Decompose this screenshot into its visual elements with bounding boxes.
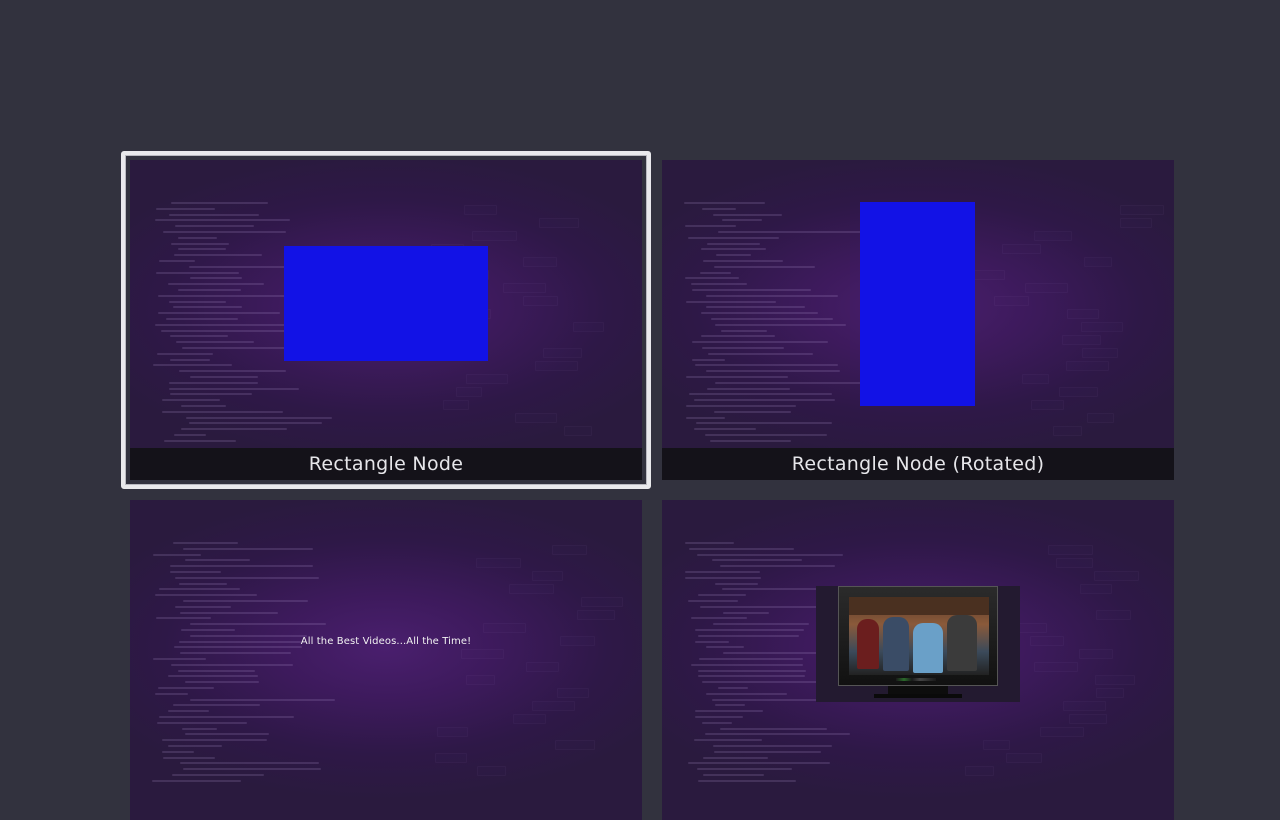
tv-frame — [838, 586, 998, 686]
tile-poster-node[interactable] — [662, 500, 1174, 820]
tv-indicator-lights — [896, 678, 936, 681]
tv-screen — [849, 597, 989, 675]
tv-stand — [888, 686, 948, 694]
rotated-rectangle-node-preview — [860, 202, 975, 406]
tv-poster-image — [816, 586, 1020, 702]
node-gallery-grid: Rectangle Node Rectangle Node (Rotated) … — [0, 0, 1280, 820]
tile-label-node[interactable]: All the Best Videos...All the Time! — [130, 500, 642, 820]
tile-rectangle-node-rotated[interactable]: Rectangle Node (Rotated) — [662, 160, 1174, 480]
label-node-text: All the Best Videos...All the Time! — [300, 636, 472, 647]
tv-stand-foot — [874, 694, 962, 698]
tile-caption: Rectangle Node (Rotated) — [662, 448, 1174, 480]
focus-highlight — [121, 151, 651, 489]
code-texture — [130, 500, 642, 820]
